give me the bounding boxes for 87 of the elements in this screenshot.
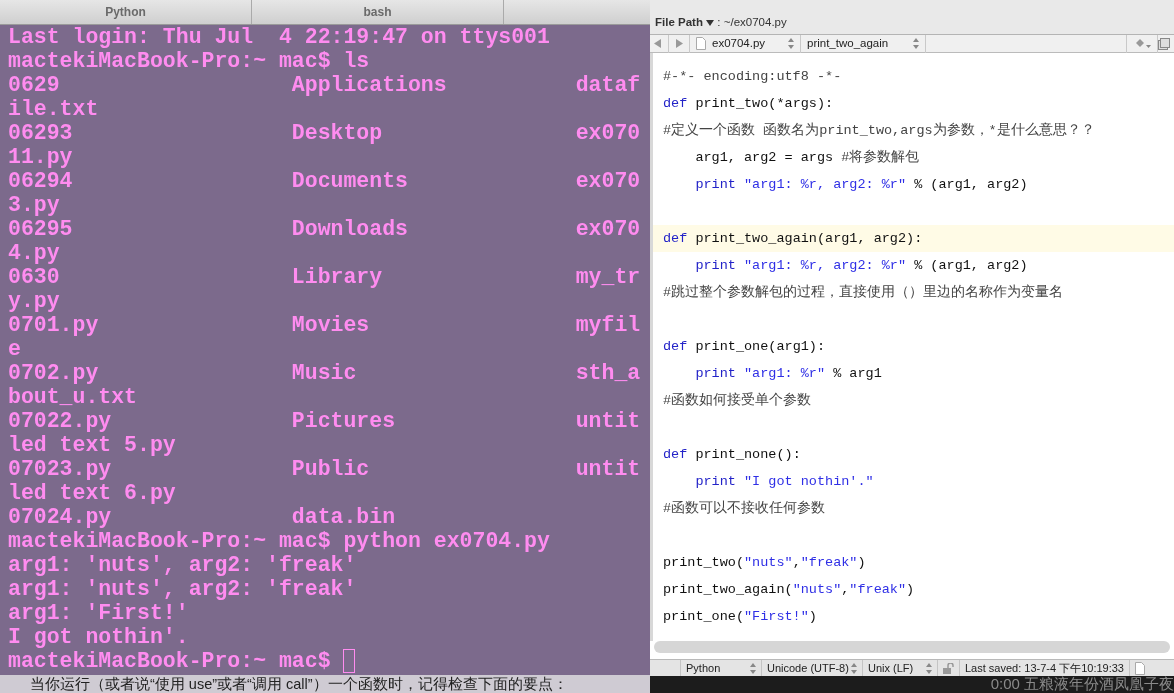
terminal-text: mactekiMacBook-Pro:~ mac$ python ex0704.py: [8, 529, 550, 553]
terminal-text: Public: [291, 457, 371, 481]
code-line: print "arg1: %r, arg2: %r" % (arg1, arg2): [694, 257, 1029, 275]
terminal-text: dataf: [575, 73, 642, 97]
terminal-text: myfil: [575, 313, 642, 337]
terminal-text: Applications: [291, 73, 448, 97]
terminal-text: 07022.py: [8, 409, 113, 433]
terminal-text: 3.py: [8, 193, 60, 217]
stepper-icon[interactable]: [913, 38, 919, 49]
terminal-text: 07023.py: [8, 457, 113, 481]
terminal-tab[interactable]: Python: [0, 0, 252, 24]
symbol-menu[interactable]: print_two_again: [807, 34, 907, 53]
terminal-text: arg1: 'First!': [8, 601, 189, 625]
code-line: def print_none():: [662, 446, 802, 464]
last-saved-text: Last saved: 13-7-4 下午10:19:33: [965, 660, 1124, 676]
terminal-text: Pictures: [291, 409, 397, 433]
caret-icon[interactable]: [706, 19, 715, 26]
terminal-text: Music: [291, 361, 358, 385]
terminal-text: data.bin: [291, 505, 397, 529]
code-line: print_two("nuts","freak"): [662, 554, 867, 572]
code-line: print "arg1: %r" % arg1: [694, 365, 883, 383]
back-icon[interactable]: [654, 39, 662, 48]
stepper-icon[interactable]: [851, 662, 857, 674]
document-icon[interactable]: [1135, 661, 1145, 675]
terminal-text: Downloads: [291, 217, 409, 241]
terminal-text: 07024.py: [8, 505, 113, 529]
terminal-text: 11.py: [8, 145, 73, 169]
terminal-text: ex070: [575, 121, 642, 145]
lock-icon[interactable]: [943, 662, 954, 674]
code-line: print "I got nothin'.": [694, 473, 875, 491]
terminal-text: 0629: [8, 73, 61, 97]
language-menu[interactable]: Python: [686, 660, 744, 676]
terminal-text: 0702.py: [8, 361, 100, 385]
code-line: arg1, arg2 = args #将参数解包: [694, 148, 921, 167]
terminal-text: Desktop: [291, 121, 384, 145]
terminal-text: led text 5.py: [8, 433, 176, 457]
separator-text: :: [717, 16, 721, 28]
terminal-text: y.py: [8, 289, 60, 313]
document-icon: [696, 37, 706, 50]
code-line: #函数如何接受单个参数: [662, 391, 813, 410]
terminal-text: 0630: [8, 265, 61, 289]
horizontal-scrollbar[interactable]: [654, 641, 1170, 653]
code-line: print_two_again("nuts","freak"): [662, 581, 916, 599]
terminal-text: mactekiMacBook-Pro:~ mac$: [8, 649, 332, 673]
terminal-text: 06295: [8, 217, 74, 241]
terminal-text: e: [8, 337, 21, 361]
window-icon[interactable]: [1158, 37, 1170, 50]
terminal-text: 06293: [8, 121, 74, 145]
terminal-text: untit: [575, 409, 642, 433]
terminal-text: sth_a: [575, 361, 642, 385]
file-path: ~/ex0704.py: [723, 16, 787, 28]
terminal-text: led text 6.py: [8, 481, 176, 505]
terminal-text: ex070: [575, 169, 642, 193]
code-line: #-*- encoding:utf8 -*-: [662, 68, 843, 86]
stepper-icon[interactable]: [750, 662, 756, 674]
code-line: print_one("First!"): [662, 608, 818, 626]
terminal-tab[interactable]: bash: [252, 0, 504, 24]
code-line: #跳过整个参数解包的过程，直接使用（）里边的名称作为变量名: [662, 283, 1065, 302]
terminal-text: I got nothin'.: [8, 625, 189, 649]
terminal-text: bout_u.txt: [8, 385, 138, 409]
terminal-text: mactekiMacBook-Pro:~ mac$ ls: [8, 49, 370, 73]
code-line: #函数可以不接收任何参数: [662, 499, 827, 518]
forward-icon[interactable]: [675, 39, 683, 48]
terminal-text: Library: [291, 265, 384, 289]
terminal-text: 06294: [8, 169, 74, 193]
terminal-text: 0701.py: [8, 313, 100, 337]
terminal-text: my_tr: [575, 265, 642, 289]
code-line: def print_two(*args):: [662, 95, 835, 113]
terminal-text: arg1: 'nuts', arg2: 'freak': [8, 577, 357, 601]
file-menu[interactable]: ex0704.py: [712, 34, 782, 53]
file-path-label[interactable]: File Path: [655, 16, 703, 28]
page-text: 当你运行（或者说“使用 use”或者“调用 call”）一个函数时，记得检查下面的要点：: [0, 675, 650, 693]
terminal-text: Last login: Thu Jul 4 22:19:47 on ttys001: [8, 25, 550, 49]
stepper-icon[interactable]: [788, 38, 794, 49]
stepper-icon[interactable]: [926, 662, 932, 674]
line-endings-menu[interactable]: Unix (LF): [868, 660, 920, 676]
terminal-text: arg1: 'nuts', arg2: 'freak': [8, 553, 357, 577]
terminal-text: untit: [575, 457, 642, 481]
terminal-text: 4.py: [8, 241, 60, 265]
terminal-text: Movies: [291, 313, 371, 337]
terminal-text: ile.txt: [8, 97, 99, 121]
code-line: print "arg1: %r, arg2: %r" % (arg1, arg2): [694, 176, 1029, 194]
code-line: def print_one(arg1):: [662, 338, 827, 356]
code-line: #定义一个函数 函数名为print_two,args为参数，*是什么意思？？: [662, 121, 1096, 140]
terminal-text: Documents: [291, 169, 409, 193]
terminal-text: ex070: [575, 217, 642, 241]
video-title: 0:00 五粮液年份酒凤凰子夜: [990, 676, 1174, 693]
